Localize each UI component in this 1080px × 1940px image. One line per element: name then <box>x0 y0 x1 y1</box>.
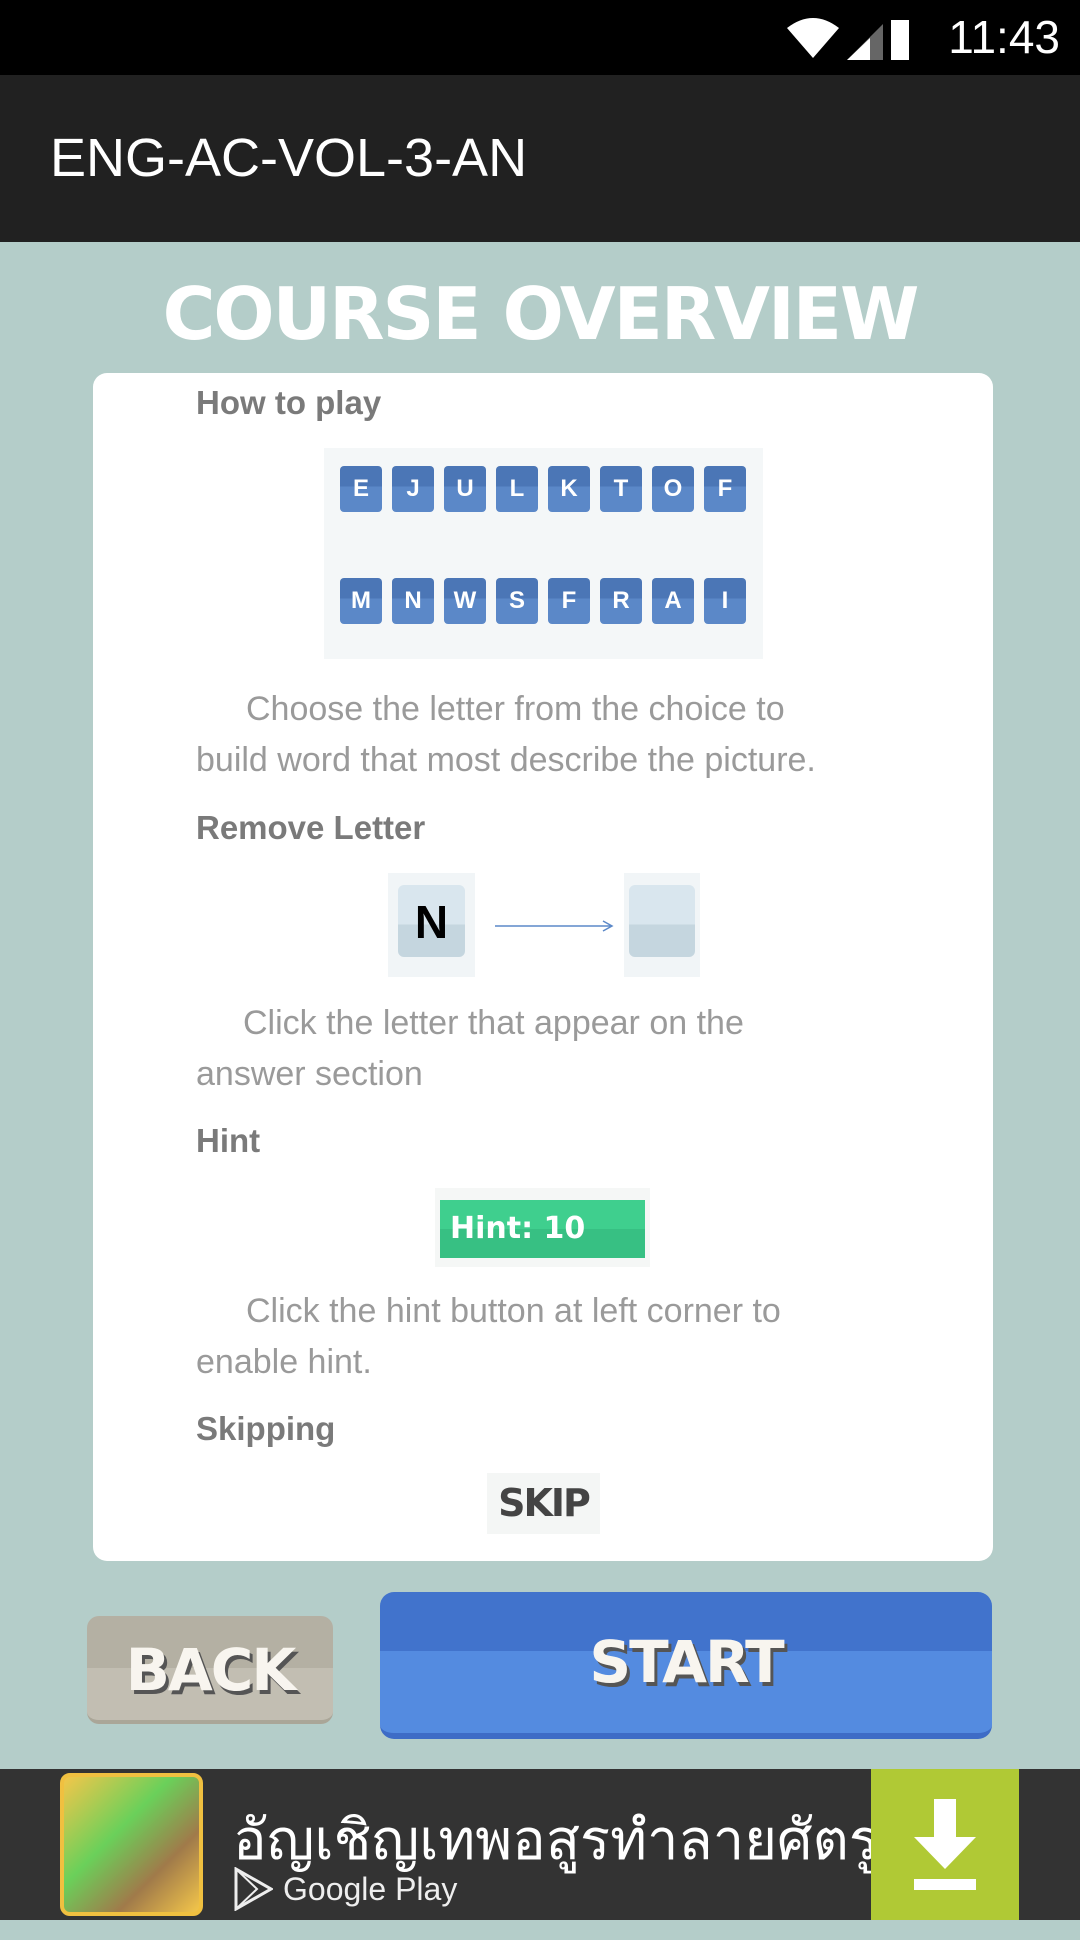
letter-tile: K <box>548 466 590 512</box>
app-bar: ENG-AC-VOL-3-AN <box>0 75 1080 242</box>
hint-label: Hint: 10 <box>440 1200 645 1258</box>
download-icon <box>914 1799 976 1890</box>
section-heading-skipping: Skipping <box>196 1410 336 1447</box>
letter-tile: M <box>340 578 382 624</box>
section-heading-how-to-play: How to play <box>196 384 382 421</box>
letter-choices-image: EJULKTOFMNWSFRAI <box>324 448 763 659</box>
how-to-play-text: Choose the letter from the choice to bui… <box>196 684 916 786</box>
letter-tile: U <box>444 466 486 512</box>
arrow-right-icon <box>495 920 614 932</box>
remove-letter-text: Click the letter that appear on the answ… <box>196 998 916 1100</box>
letter-tile-image: N <box>388 873 475 977</box>
letter-tile: E <box>340 466 382 512</box>
letter-tile: S <box>496 578 538 624</box>
app-title: ENG-AC-VOL-3-AN <box>50 128 528 188</box>
section-heading-hint: Hint <box>196 1122 261 1159</box>
letter-tile: A <box>652 578 694 624</box>
store-label: Google Play <box>283 1870 458 1907</box>
skip-image: SKIP <box>487 1473 600 1534</box>
empty-tile-image <box>624 873 700 977</box>
letter-tile: R <box>600 578 642 624</box>
letter-tile: N <box>392 578 434 624</box>
start-button[interactable]: START <box>380 1592 992 1739</box>
text-line: build word that most describe the pictur… <box>196 741 816 779</box>
download-button[interactable] <box>871 1769 1019 1920</box>
text-line: enable hint. <box>196 1343 372 1381</box>
hint-button-image: Hint: 10 <box>435 1188 650 1267</box>
section-heading-remove-letter: Remove Letter <box>196 809 426 846</box>
google-play-badge: Google Play <box>233 1867 457 1911</box>
letter-tile: F <box>548 578 590 624</box>
letter-tile: L <box>496 466 538 512</box>
text-line: Click the hint button at left corner to <box>246 1292 781 1330</box>
google-play-icon <box>234 1867 273 1911</box>
letter-tile: J <box>392 466 434 512</box>
status-bar: 11:43 <box>0 0 1080 75</box>
letter-tile: F <box>704 466 746 512</box>
wifi-signal-icons <box>787 18 909 60</box>
ad-app-icon[interactable] <box>60 1773 203 1916</box>
clock: 11:43 <box>948 11 1060 63</box>
tile-letter: N <box>414 896 449 948</box>
letter-tile: I <box>704 578 746 624</box>
text-line: Click the letter that appear on the <box>243 1004 744 1042</box>
hint-text: Click the hint button at left corner to … <box>196 1286 916 1388</box>
ad-banner[interactable]: อัญเชิญเทพอสูรทำลายศัตรู Google Play <box>0 1769 1080 1920</box>
text-line: Choose the letter from the choice to <box>246 690 785 728</box>
page-title: COURSE OVERVIEW <box>162 272 920 356</box>
letter-tile: T <box>600 466 642 512</box>
text-line: answer section <box>196 1055 423 1093</box>
letter-tile: O <box>652 466 694 512</box>
back-button[interactable]: BACK <box>87 1616 333 1724</box>
letter-tile: W <box>444 578 486 624</box>
